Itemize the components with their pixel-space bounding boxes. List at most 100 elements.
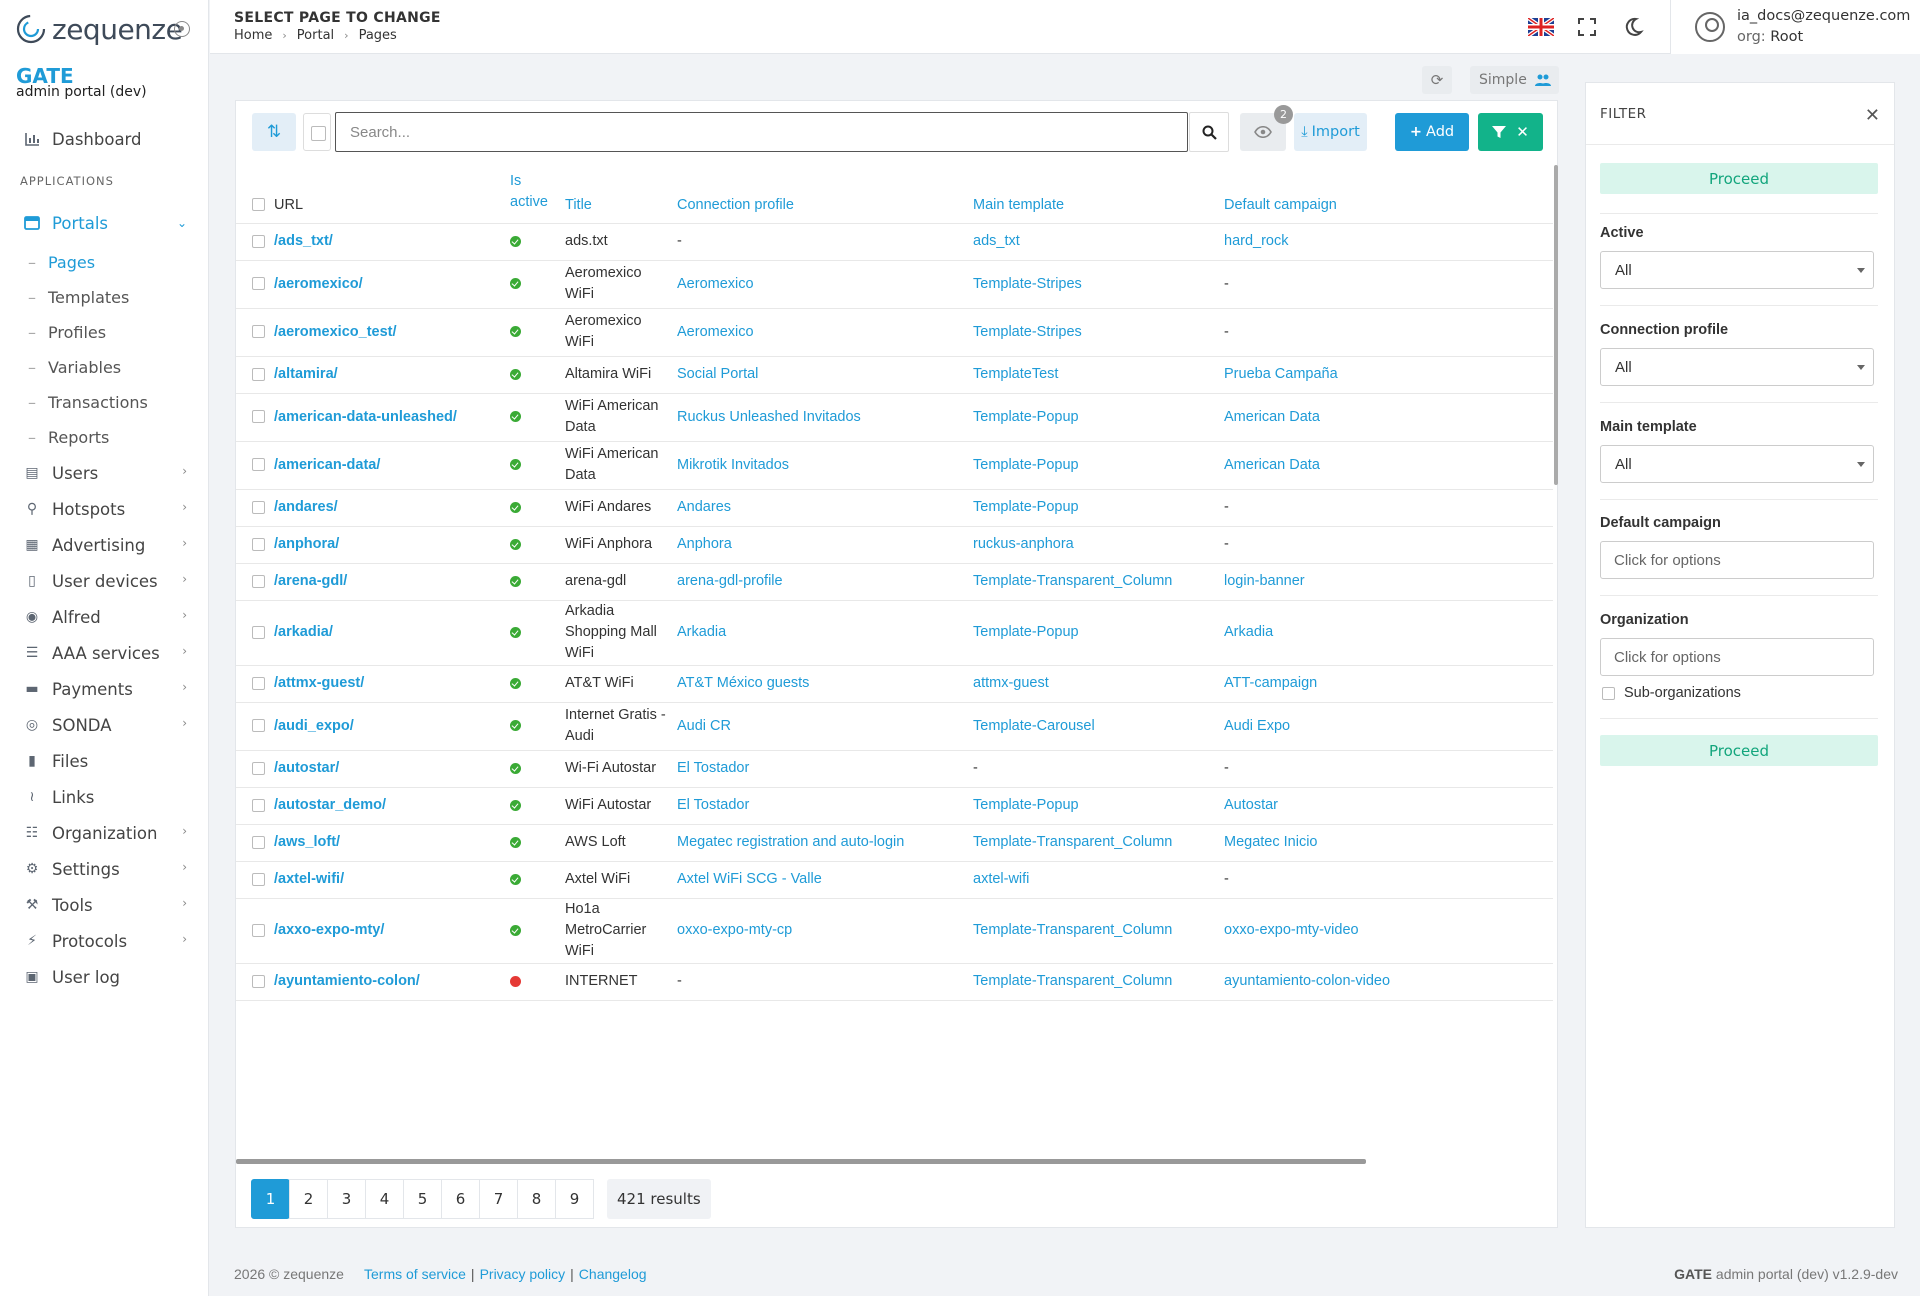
table-horizontal-scrollbar[interactable] [236, 1159, 1366, 1164]
row-checkbox[interactable] [252, 500, 265, 514]
row-checkbox[interactable] [252, 798, 265, 812]
row-checkbox[interactable] [252, 872, 265, 886]
cell-connection-profile[interactable]: Axtel WiFi SCG - Valle [677, 861, 973, 899]
cell-connection-profile[interactable]: arena-gdl-profile [677, 563, 973, 601]
table-row[interactable]: /autostar_demo/WiFi Autostar El Tostador T… [236, 787, 1553, 825]
refresh-list-button[interactable]: ⇅ [252, 113, 296, 151]
page-url-link[interactable]: /arena-gdl/ [274, 573, 347, 589]
breadcrumb-home[interactable]: Home [234, 28, 272, 43]
table-row[interactable]: /attmx-guest/AT&T WiFi AT&T México guests… [236, 665, 1553, 703]
sidebar-item-organization[interactable]: ☷ Organization › [0, 815, 209, 851]
toggle-filter-button[interactable]: ✕ [1478, 113, 1543, 151]
table-row[interactable]: /anphora/WiFi Anphora Anphora ruckus-anpho… [236, 526, 1553, 564]
cell-connection-profile[interactable]: Mikrotik Invitados [677, 441, 973, 490]
cell-default-campaign[interactable]: oxxo-expo-mty-video [1224, 898, 1553, 964]
col-main-template[interactable]: Main template [973, 163, 1224, 224]
page-url-link[interactable]: /autostar/ [274, 760, 339, 776]
cell-default-campaign[interactable]: Audi Expo [1224, 702, 1553, 751]
cell-main-template[interactable]: Template-Transparent_Column [973, 824, 1224, 862]
table-vertical-scrollbar[interactable] [1554, 165, 1558, 485]
col-title[interactable]: Title [565, 163, 677, 224]
dark-mode-moon-icon[interactable] [1622, 16, 1644, 38]
row-checkbox[interactable] [252, 835, 265, 849]
main-template-select[interactable]: All [1600, 445, 1874, 483]
cell-default-campaign[interactable]: Megatec Inicio [1224, 824, 1553, 862]
cell-main-template[interactable]: Template-Carousel [973, 702, 1224, 751]
page-url-link[interactable]: /ads_txt/ [274, 233, 333, 249]
sidebar-item-payments[interactable]: ▬ Payments › [0, 671, 209, 707]
table-row[interactable]: /aeromexico/Aeromexico WiFi Aeromexico Tem… [236, 260, 1553, 309]
table-row[interactable]: /aws_loft/AWS Loft Megatec registration a… [236, 824, 1553, 862]
table-row[interactable]: /american-data/WiFi American Data Mikroti… [236, 441, 1553, 490]
table-row[interactable]: /ads_txt/ads.txt - ads_txt hard_rock [236, 223, 1553, 261]
table-row[interactable]: /autostar/Wi-Fi Autostar El Tostador - - [236, 750, 1553, 788]
sidebar-subitem-variables[interactable]: – Variables [0, 350, 209, 385]
cell-main-template[interactable]: Template-Transparent_Column [973, 963, 1224, 1001]
page-button-7[interactable]: 7 [479, 1179, 518, 1219]
row-checkbox[interactable] [252, 974, 265, 988]
cell-connection-profile[interactable]: Aeromexico [677, 308, 973, 357]
table-row[interactable]: /american-data-unleashed/WiFi American D… [236, 393, 1553, 442]
search-input[interactable] [335, 112, 1188, 152]
reload-view-button[interactable]: ⟳ [1422, 66, 1452, 94]
cell-main-template[interactable]: Template-Popup [973, 600, 1224, 666]
page-url-link[interactable]: /aeromexico_test/ [274, 324, 397, 340]
sidebar-item-tools[interactable]: ⚒ Tools › [0, 887, 209, 923]
logo[interactable]: zequenze [14, 12, 183, 46]
sidebar-item-files[interactable]: ▮ Files [0, 743, 209, 779]
sidebar-item-user-devices[interactable]: ▯ User devices › [0, 563, 209, 599]
page-button-5[interactable]: 5 [403, 1179, 442, 1219]
cell-default-campaign[interactable]: American Data [1224, 441, 1553, 490]
col-default-campaign[interactable]: Default campaign [1224, 163, 1553, 224]
sidebar-subitem-profiles[interactable]: – Profiles [0, 315, 209, 350]
page-button-3[interactable]: 3 [327, 1179, 366, 1219]
page-url-link[interactable]: /axtel-wifi/ [274, 871, 344, 887]
page-url-link[interactable]: /aws_loft/ [274, 834, 340, 850]
default-campaign-input[interactable]: Click for options [1600, 541, 1874, 579]
page-url-link[interactable]: /axxo-expo-mty/ [274, 922, 384, 938]
page-button-4[interactable]: 4 [365, 1179, 404, 1219]
cell-default-campaign[interactable]: American Data [1224, 393, 1553, 442]
sidebar-item-protocols[interactable]: ⚡ Protocols › [0, 923, 209, 959]
page-button-2[interactable]: 2 [289, 1179, 328, 1219]
cell-connection-profile[interactable]: Ruckus Unleashed Invitados [677, 393, 973, 442]
cell-default-campaign[interactable]: Arkadia [1224, 600, 1553, 666]
table-row[interactable]: /axxo-expo-mty/Ho1a MetroCarrier WiFi oxx… [236, 898, 1553, 964]
sidebar-subitem-templates[interactable]: – Templates [0, 280, 209, 315]
page-url-link[interactable]: /anphora/ [274, 536, 339, 552]
organization-input[interactable]: Click for options [1600, 638, 1874, 676]
cell-connection-profile[interactable]: Arkadia [677, 600, 973, 666]
cell-connection-profile[interactable]: El Tostador [677, 750, 973, 788]
privacy-link[interactable]: Privacy policy [480, 1266, 566, 1282]
sidebar-item-sonda[interactable]: ◎ SONDA › [0, 707, 209, 743]
sub-organizations-option[interactable]: Sub-organizations [1602, 685, 1741, 701]
active-select[interactable]: All [1600, 251, 1874, 289]
sidebar-item-portals[interactable]: Portals ⌄ [0, 201, 209, 245]
page-button-1[interactable]: 1 [251, 1179, 290, 1219]
row-checkbox[interactable] [252, 410, 265, 424]
page-url-link[interactable]: /arkadia/ [274, 624, 333, 640]
sidebar-item-dashboard[interactable]: Dashboard [0, 117, 209, 161]
cell-main-template[interactable]: Template-Popup [973, 787, 1224, 825]
search-button[interactable] [1189, 112, 1229, 152]
cell-default-campaign[interactable]: ATT-campaign [1224, 665, 1553, 703]
row-checkbox[interactable] [252, 625, 265, 639]
cell-main-template[interactable]: ruckus-anphora [973, 526, 1224, 564]
cell-default-campaign[interactable]: Autostar [1224, 787, 1553, 825]
cell-main-template[interactable]: ads_txt [973, 223, 1224, 261]
sub-organizations-checkbox[interactable] [1602, 686, 1615, 700]
sidebar-item-links[interactable]: ≀ Links [0, 779, 209, 815]
page-url-link[interactable]: /american-data/ [274, 457, 380, 473]
breadcrumb-portal[interactable]: Portal [297, 28, 334, 43]
changelog-link[interactable]: Changelog [579, 1266, 647, 1282]
cell-main-template[interactable]: attmx-guest [973, 665, 1224, 703]
row-checkbox[interactable] [252, 234, 265, 248]
sidebar-item-advertising[interactable]: ▦ Advertising › [0, 527, 209, 563]
cell-main-template[interactable]: axtel-wifi [973, 861, 1224, 899]
select-all-checkbox[interactable] [252, 198, 265, 212]
proceed-button-bottom[interactable]: Proceed [1600, 735, 1878, 766]
sidebar-subitem-pages[interactable]: – Pages [0, 245, 209, 280]
table-row[interactable]: /audi_expo/Internet Gratis - Audi Audi CR… [236, 702, 1553, 751]
page-button-6[interactable]: 6 [441, 1179, 480, 1219]
sidebar-item-users[interactable]: ▤ Users › [0, 455, 209, 491]
